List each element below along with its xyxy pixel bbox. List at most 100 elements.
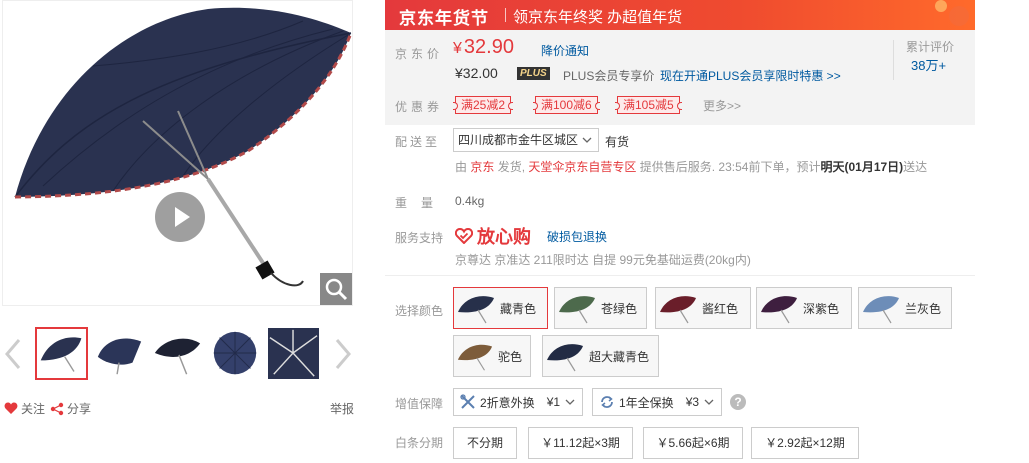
color-option-label: 藏青色 [500,301,537,316]
color-swatch-image [559,296,595,324]
review-label: 累计评价 [906,40,955,54]
coupon-item[interactable]: 满100减6 [533,96,600,114]
store-link[interactable]: 天堂伞京东自营专区 [528,160,636,174]
installment-option[interactable]: ￥5.66起×6期 [643,427,743,459]
review-count-link[interactable]: 38万+ [911,55,946,74]
damage-return-link[interactable]: 破损包退换 [547,228,607,245]
price-label: 京东价 [395,47,444,61]
umbrella-thumb-image [213,331,257,375]
banner-subtitle: 领京东年终奖 办超值年货 [513,9,683,26]
full-warranty-select[interactable]: 1年全保换 ¥3 [592,388,723,416]
more-coupons-link[interactable]: 更多>> [703,97,741,114]
color-option[interactable]: 苍绿色 [554,287,647,329]
share-button[interactable]: 分享 [50,400,91,417]
magnifier-icon [325,278,348,301]
tools-icon [460,394,475,409]
chevron-down-icon [704,399,714,405]
thumbnail-next-button[interactable] [333,336,353,372]
address-value: 四川成都市金牛区城区 [458,133,579,147]
color-label: 选择颜色 [395,304,444,318]
umbrella-image [14,7,352,287]
color-option-label: 酱红色 [702,301,739,316]
chevron-right-icon [335,339,351,369]
banner-title: 京东年货节 [399,9,489,28]
chevron-down-icon [565,399,575,405]
banner-divider [505,8,506,22]
coupon-item[interactable]: 满25减2 [452,96,514,114]
color-swatch-image [457,344,493,371]
service-label: 服务支持 [395,231,444,245]
warranty-option-price: ¥3 [685,395,700,409]
service-details: 京尊达 京准达 211限时达 自提 99元免基础运费(20kg内) [455,253,751,267]
umbrella-thumb-image [154,338,201,375]
stock-status: 有货 [605,135,630,149]
thumbnail-item[interactable] [93,327,146,380]
eta-suffix: 送达 [903,160,928,174]
zoom-button[interactable] [320,273,352,305]
chevron-left-icon [5,339,21,369]
price-value: ¥32.90 [453,36,514,59]
shipping-info: 由 京东 发货, 天堂伞京东自营专区 提供售后服务. 23:54前下单，预计明天… [455,158,927,175]
color-option-label: 兰灰色 [905,301,942,316]
delivery-eta: 明天(01月17日) [820,160,904,174]
plus-price-label: PLUS会员专享价 [563,69,655,83]
color-swatch-image [761,296,797,324]
accident-warranty-select[interactable]: 2折意外换 ¥1 [453,388,584,416]
umbrella-thumb-image [97,338,142,375]
price-alert-link[interactable]: 降价通知 [541,42,589,59]
refresh-icon [601,396,613,408]
color-option[interactable]: 深紫色 [756,287,852,329]
address-select[interactable]: 四川成都市金牛区城区 [453,128,599,152]
warranty-option-price: ¥1 [546,395,561,409]
promo-banner[interactable]: 京东年货节 领京东年终奖 办超值年货 [385,0,975,30]
thumbnail-item[interactable] [35,327,88,380]
follow-button[interactable]: 关注 [4,400,45,417]
delivery-label: 配送至 [395,135,441,149]
installment-option[interactable]: ￥11.12起×3期 [528,427,633,459]
ship-mid: 发货, [497,160,526,174]
main-product-image[interactable] [2,0,353,306]
color-option-label: 苍绿色 [601,301,638,316]
plus-promo-link[interactable]: 现在开通PLUS会员享限时特惠 >> [660,67,841,84]
play-video-button[interactable] [155,192,205,242]
section-divider [385,275,975,276]
price-section: 京东价 ¥32.90 降价通知 ¥32.00 PLUS PLUS会员专享价 现在… [385,30,975,125]
ship-prefix: 由 [455,160,468,174]
color-swatch-image [547,344,583,372]
warranty-label: 增值保障 [395,397,444,411]
heart-icon [4,402,18,414]
color-option[interactable]: 驼色 [453,335,531,377]
help-icon[interactable]: ? [730,394,746,410]
warranty-option-name: 2折意外换 [480,395,535,410]
thumbnail-item[interactable] [151,327,204,380]
share-label: 分享 [67,402,92,416]
installment-option[interactable]: 不分期 [453,427,517,459]
ship-from-link[interactable]: 京东 [470,160,494,174]
service-brand: 放心购 [455,223,531,249]
thumbnail-strip [0,322,355,386]
color-swatch-image [458,296,494,324]
report-link[interactable]: 举报 [330,400,354,417]
umbrella-thumb-image [268,328,319,379]
color-option[interactable]: 超大藏青色 [542,335,659,377]
weight-label: 重量 [395,196,448,210]
coupon-item[interactable]: 满105减5 [615,96,682,114]
color-option[interactable]: 藏青色 [453,287,548,329]
plus-price: ¥32.00 [455,65,498,81]
color-option[interactable]: 兰灰色 [858,287,952,329]
installment-label: 白条分期 [395,436,444,450]
share-icon [50,402,64,415]
thumbnail-item[interactable] [209,327,262,380]
installment-option[interactable]: ￥2.92起×12期 [751,427,859,459]
heart-outline-icon [455,228,473,244]
color-swatch-image [863,296,899,324]
umbrella-thumb-image [40,337,82,372]
follow-label: 关注 [21,402,46,416]
color-option-label: 驼色 [497,349,522,364]
thumbnail-item[interactable] [267,327,320,380]
coupon-label: 优惠券 [395,100,444,114]
color-option[interactable]: 酱红色 [655,287,751,329]
plus-badge: PLUS [517,67,550,80]
ship-suffix: 提供售后服务. 23:54前下单，预计 [639,160,821,174]
thumbnail-prev-button[interactable] [3,336,23,372]
